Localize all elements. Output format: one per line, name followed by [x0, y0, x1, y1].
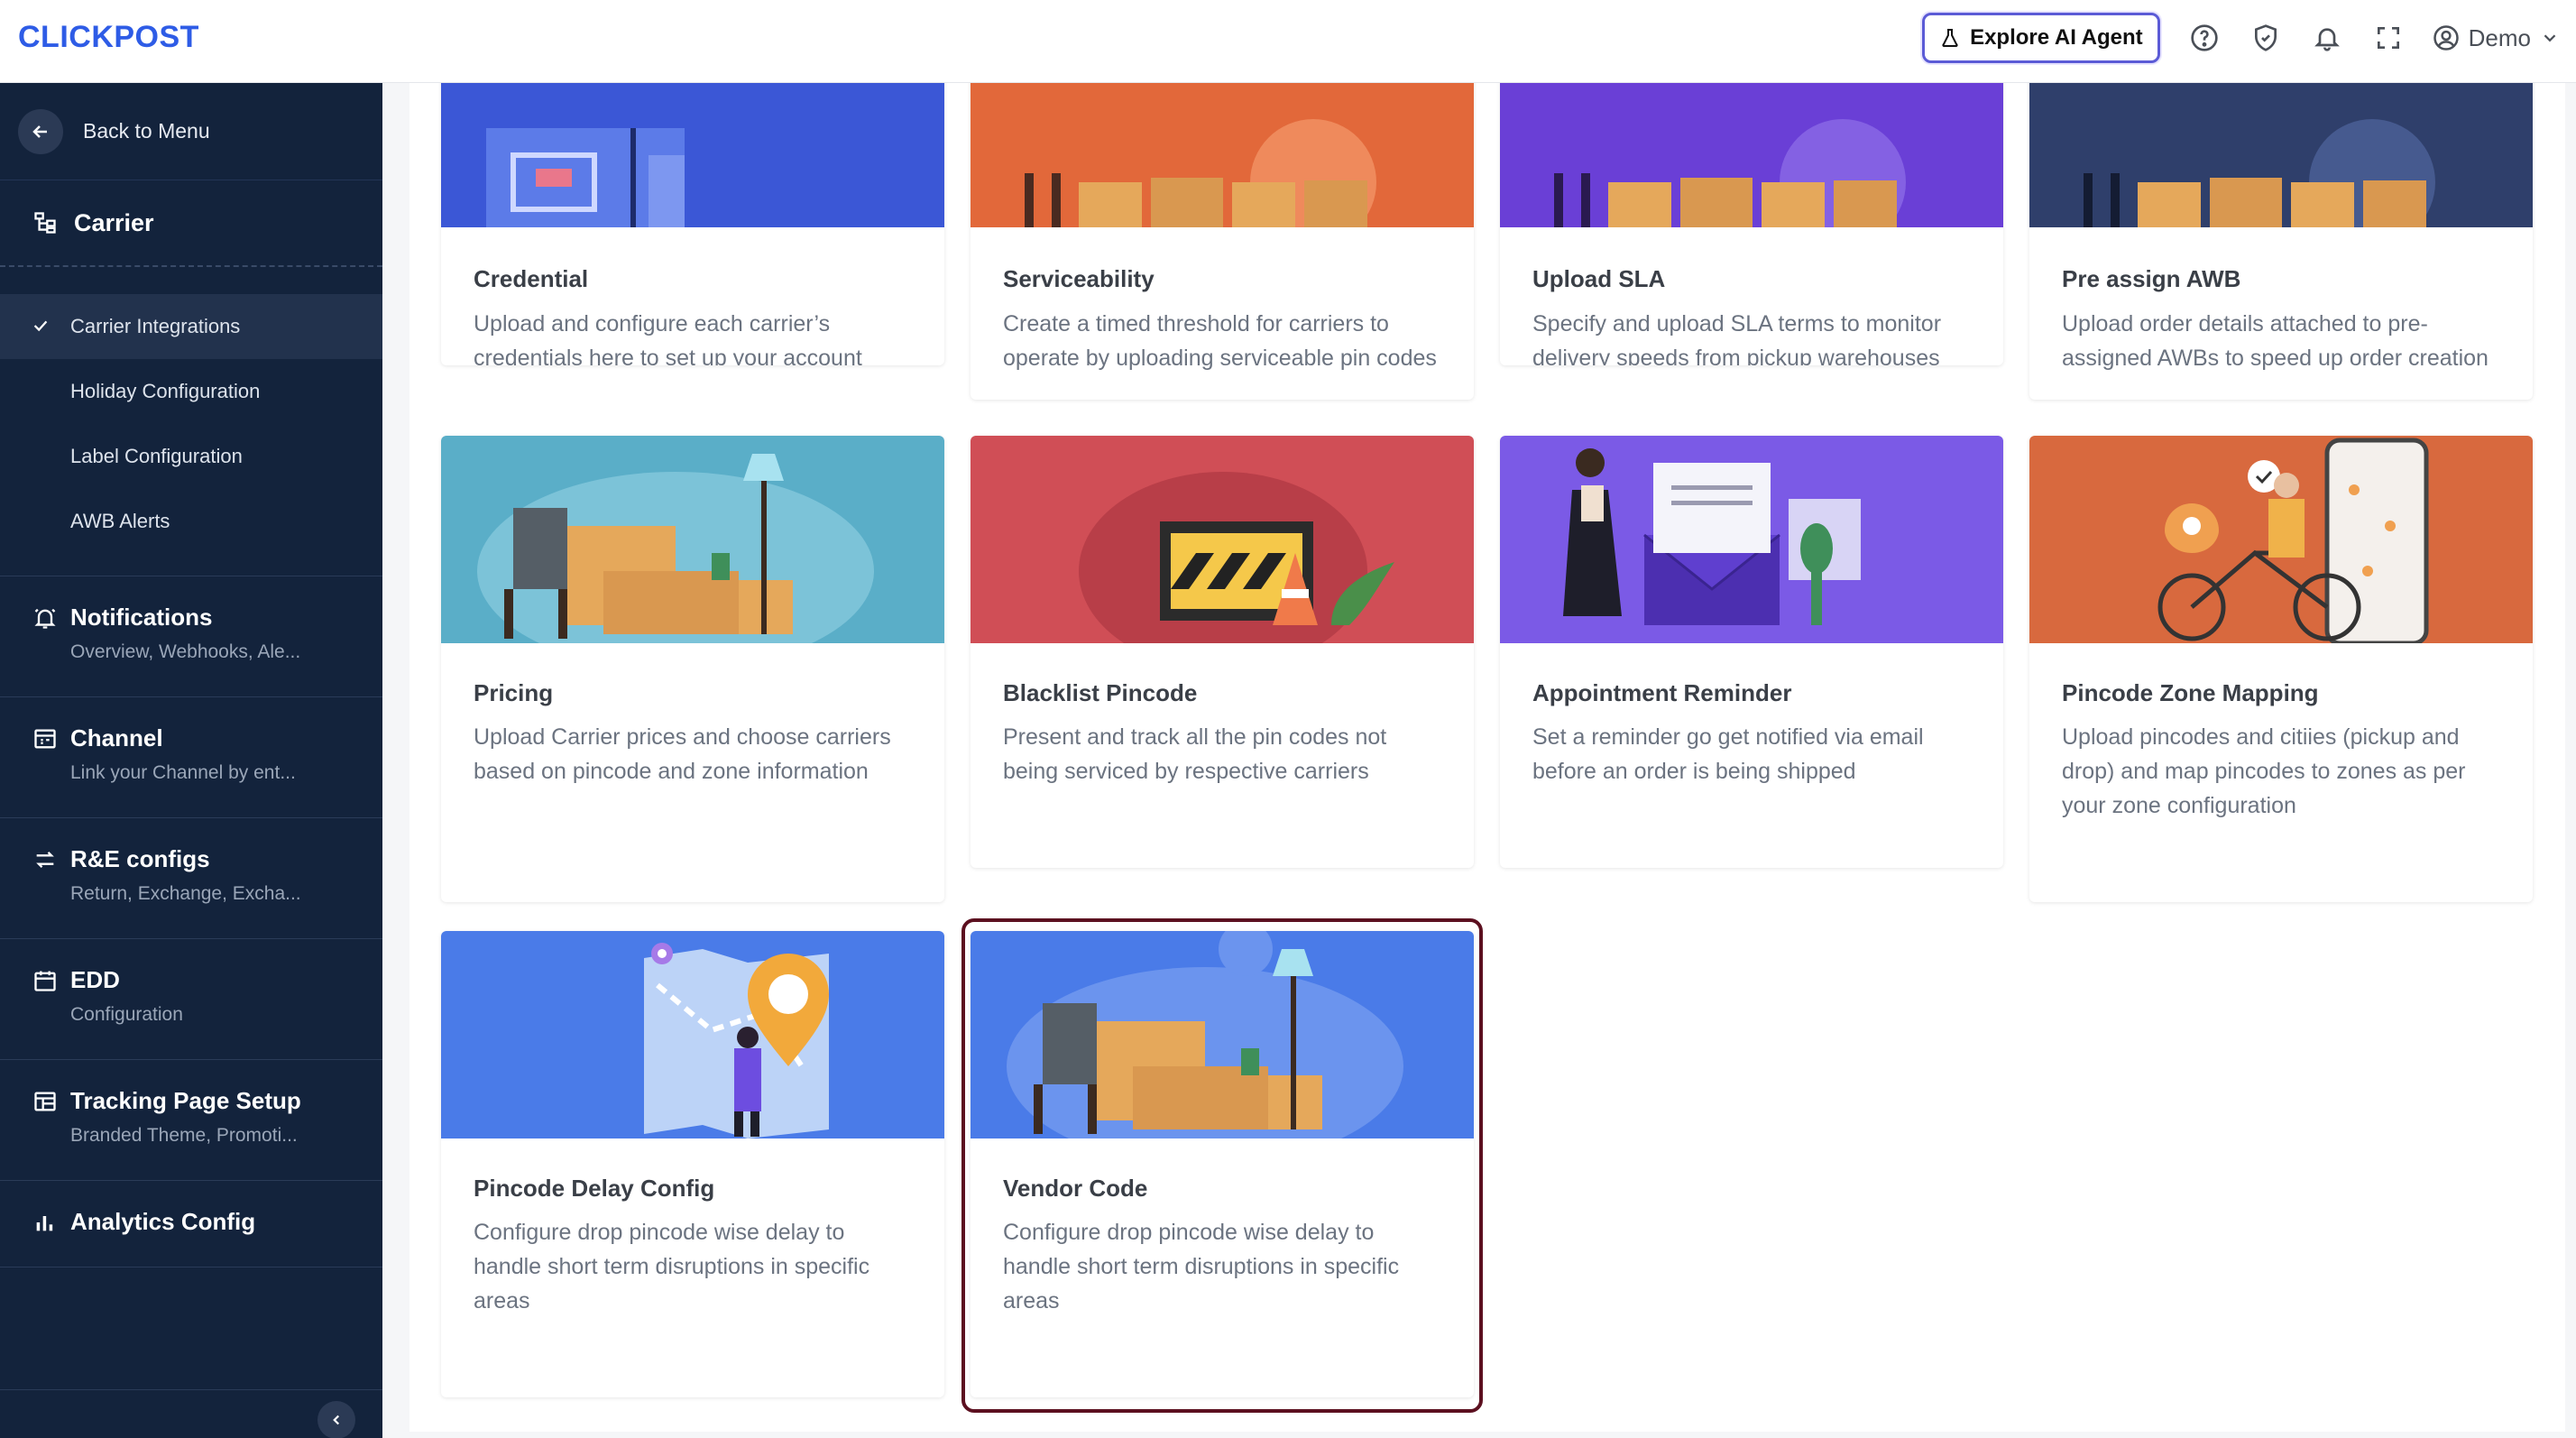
chevron-down-icon [2544, 34, 2556, 42]
section-title: Notifications [70, 604, 213, 631]
sidebar: Back to Menu Carrier Carrier Integration… [0, 83, 382, 1438]
card-upload-sla[interactable]: Upload SLA Specify and upload SLA terms … [1500, 83, 2003, 365]
layout-icon [34, 1092, 56, 1111]
user-name: Demo [2468, 23, 2531, 51]
sidebar-section-carrier[interactable]: Carrier [0, 180, 382, 267]
appointment-reminder-illustration [1500, 436, 2003, 643]
check-icon [33, 320, 48, 332]
card-description: Set a reminder go get notified via email… [1532, 724, 1924, 784]
card-blacklist-pincode[interactable]: Blacklist Pincode Present and track all … [971, 436, 1474, 868]
collapse-sidebar-button[interactable] [317, 1401, 355, 1438]
section-subtitle: Configuration [70, 1004, 183, 1025]
sidebar-footer [0, 1389, 382, 1438]
sidebar-item-holiday-configuration[interactable]: Holiday Configuration [0, 359, 382, 424]
card-title: Pincode Zone Mapping [2062, 679, 2319, 706]
main-content: Credential Upload and configure each car… [382, 83, 2576, 1438]
top-actions: Explore AI Agent Demo [1922, 13, 2560, 63]
flask-icon [1942, 29, 1958, 48]
shield-icon[interactable] [2249, 21, 2283, 55]
channel-icon [34, 729, 56, 749]
card-description: Create a timed threshold for carriers to… [1003, 311, 1437, 371]
upload-sla-illustration [1500, 83, 2003, 227]
clickpost-logo[interactable]: CLICKPOST [18, 20, 199, 55]
section-subtitle: Overview, Webhooks, Ale... [70, 641, 301, 662]
sidebar-item-awb-alerts[interactable]: AWB Alerts [0, 489, 382, 554]
card-credential[interactable]: Credential Upload and configure each car… [441, 83, 944, 365]
pincode-zone-mapping-illustration [2029, 436, 2533, 643]
sidebar-item-label: Label Configuration [70, 445, 243, 467]
blacklist-pincode-illustration [971, 436, 1474, 643]
card-title: Blacklist Pincode [1003, 679, 1198, 706]
card-description: Upload pincodes and citiies (pickup and … [2062, 724, 2466, 818]
explore-ai-agent-label: Explore AI Agent [1970, 25, 2143, 50]
card-pincode-delay-config[interactable]: Pincode Delay Config Configure drop pinc… [441, 931, 944, 1397]
help-icon[interactable] [2187, 21, 2222, 55]
section-title: Analytics Config [70, 1208, 256, 1235]
back-to-menu-button[interactable]: Back to Menu [0, 83, 382, 180]
calendar-icon [34, 971, 56, 991]
chevron-left-icon [333, 1415, 340, 1425]
carrier-sub-menu: Carrier Integrations Holiday Configurati… [0, 267, 382, 576]
pincode-delay-config-illustration [441, 931, 944, 1138]
card-description: Configure drop pincode wise delay to han… [474, 1220, 870, 1314]
pricing-illustration [441, 436, 944, 643]
section-subtitle: Return, Exchange, Excha... [70, 883, 301, 904]
user-menu[interactable]: Demo [2433, 24, 2560, 52]
serviceability-illustration [971, 83, 1474, 227]
section-subtitle: Link your Channel by ent... [70, 762, 296, 783]
card-description: Upload and configure each carrier’s cred… [474, 311, 862, 365]
card-description: Upload Carrier prices and choose carrier… [474, 724, 891, 784]
sidebar-section-re-configs[interactable]: R&E configs Return, Exchange, Excha... [0, 818, 382, 939]
user-icon [2433, 25, 2459, 51]
card-pricing[interactable]: Pricing Upload Carrier prices and choose… [441, 436, 944, 902]
sidebar-item-label: AWB Alerts [70, 510, 170, 532]
selected-card-highlight [961, 918, 1483, 1413]
credential-illustration [441, 83, 944, 227]
sidebar-item-label-configuration[interactable]: Label Configuration [0, 424, 382, 489]
sidebar-section-channel[interactable]: Channel Link your Channel by ent... [0, 697, 382, 818]
card-title: Pincode Delay Config [474, 1175, 715, 1202]
sidebar-section-notifications[interactable]: Notifications Overview, Webhooks, Ale... [0, 576, 382, 697]
section-title: Channel [70, 724, 163, 751]
card-title: Upload SLA [1532, 265, 1666, 292]
card-title: Credential [474, 265, 589, 292]
card-pincode-zone-mapping[interactable]: Pincode Zone Mapping Upload pincodes and… [2029, 436, 2533, 902]
card-title: Pricing [474, 679, 554, 706]
card-description: Present and track all the pin codes not … [1003, 724, 1387, 784]
card-serviceability[interactable]: Serviceability Create a timed threshold … [971, 83, 1474, 400]
fullscreen-icon[interactable] [2371, 21, 2406, 55]
card-description: Upload order details attached to pre-ass… [2062, 311, 2489, 371]
config-panel: Credential Upload and configure each car… [409, 83, 2565, 1432]
card-appointment-reminder[interactable]: Appointment Reminder Set a reminder go g… [1500, 436, 2003, 868]
sidebar-section-title: Carrier [74, 208, 154, 236]
swap-arrows-icon [36, 852, 54, 868]
card-pre-assign-awb[interactable]: Pre assign AWB Upload order details atta… [2029, 83, 2533, 400]
bar-chart-icon [36, 1216, 53, 1231]
sidebar-item-label: Carrier Integrations [70, 315, 241, 337]
top-bar: CLICKPOST Explore AI Agent Demo [0, 0, 2576, 83]
pre-assign-awb-illustration [2029, 83, 2533, 227]
section-subtitle: Branded Theme, Promoti... [70, 1125, 298, 1146]
section-title: EDD [70, 966, 120, 993]
back-to-menu-label: Back to Menu [83, 119, 210, 143]
explore-ai-agent-button[interactable]: Explore AI Agent [1922, 13, 2160, 63]
sidebar-section-analytics-config[interactable]: Analytics Config [0, 1181, 382, 1267]
card-title: Serviceability [1003, 265, 1155, 292]
arrow-left-icon [18, 108, 63, 154]
sidebar-item-carrier-integrations[interactable]: Carrier Integrations [0, 294, 382, 359]
section-title: R&E configs [70, 845, 210, 872]
alarm-bell-icon [34, 608, 56, 629]
sidebar-section-edd[interactable]: EDD Configuration [0, 939, 382, 1060]
sidebar-item-label: Holiday Configuration [70, 380, 261, 402]
card-title: Appointment Reminder [1532, 679, 1792, 706]
bell-icon[interactable] [2310, 21, 2344, 55]
section-title: Tracking Page Setup [70, 1087, 301, 1114]
card-description: Specify and upload SLA terms to monitor … [1532, 311, 1942, 365]
sidebar-section-tracking-page-setup[interactable]: Tracking Page Setup Branded Theme, Promo… [0, 1060, 382, 1181]
card-title: Pre assign AWB [2062, 265, 2241, 292]
carrier-icon [34, 212, 56, 234]
